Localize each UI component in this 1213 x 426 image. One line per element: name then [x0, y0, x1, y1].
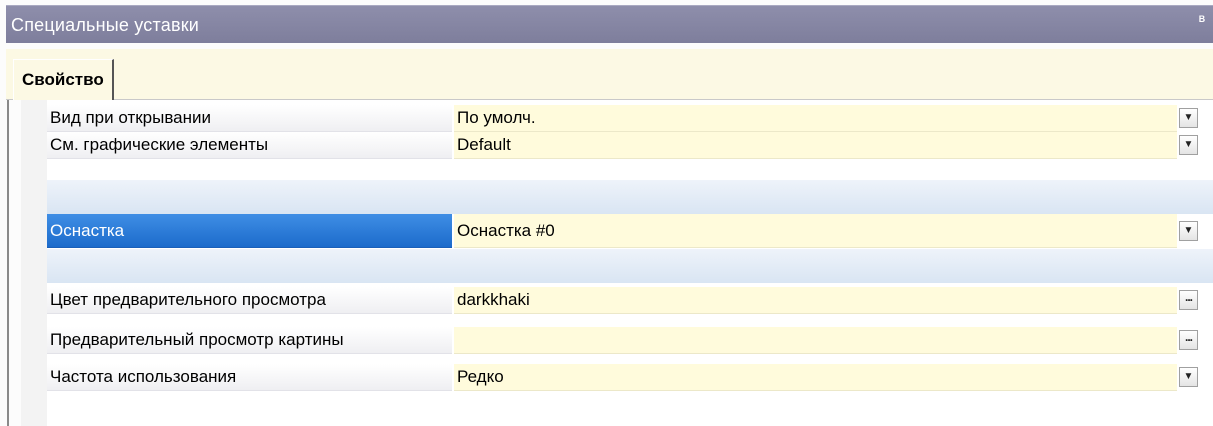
chevron-down-icon: ▼ — [1183, 139, 1194, 150]
panel-title: Специальные уставки — [11, 15, 200, 35]
dropdown-button[interactable]: ▼ — [1179, 367, 1198, 387]
ellipsis-button[interactable]: ... — [1179, 290, 1198, 310]
ellipsis-button[interactable]: ... — [1179, 330, 1198, 350]
dropdown-button[interactable]: ▼ — [1179, 135, 1198, 155]
properties-panel: Специальные уставки ᴮ Свойство Вид при о… — [0, 0, 1213, 426]
property-value[interactable] — [454, 327, 1177, 354]
dropdown-button[interactable]: ▼ — [1179, 108, 1198, 128]
chevron-down-icon: ▼ — [1183, 225, 1194, 236]
property-value-text: Оснастка #0 — [457, 221, 555, 240]
ellipsis-icon: ... — [1184, 330, 1193, 344]
property-value-text: По умолч. — [457, 108, 536, 127]
property-value-text: Default — [457, 135, 511, 154]
property-grid: Вид при открывании По умолч. ▼ См. графи… — [21, 100, 1213, 426]
chevron-down-icon: ▼ — [1183, 112, 1194, 123]
property-value[interactable]: Оснастка #0 — [454, 214, 1177, 248]
property-name: См. графические элементы — [47, 132, 452, 159]
property-name: Частота использования — [47, 364, 452, 391]
grid-gutter — [21, 100, 47, 426]
property-value-text: darkkhaki — [457, 290, 530, 309]
property-name: Цвет предварительного просмотра — [47, 287, 452, 314]
property-name: Оснастка — [47, 214, 452, 248]
grid-row-picture-preview[interactable]: Предварительный просмотр картины ... — [47, 327, 1213, 354]
grid-row-tooling[interactable]: Оснастка Оснастка #0 ▼ — [47, 214, 1213, 248]
chevron-down-icon: ▼ — [1183, 371, 1194, 382]
grid-row-graphic-elements[interactable]: См. графические элементы Default ▼ — [47, 132, 1213, 159]
property-value[interactable]: По умолч. — [454, 105, 1177, 132]
property-value[interactable]: Default — [454, 132, 1177, 159]
grid-empty-area — [47, 391, 1213, 426]
pin-icon[interactable]: ᴮ — [1195, 12, 1209, 30]
panel-titlebar[interactable]: Специальные уставки ᴮ — [6, 5, 1213, 43]
tab-property-label: Свойство — [22, 70, 104, 89]
ellipsis-icon: ... — [1184, 290, 1193, 304]
property-value[interactable]: darkkhaki — [454, 287, 1177, 314]
category-separator[interactable] — [47, 180, 1213, 214]
tab-strip: Свойство — [6, 49, 1213, 100]
left-border — [7, 100, 9, 426]
grid-row-preview-color[interactable]: Цвет предварительного просмотра darkkhak… — [47, 287, 1213, 314]
property-value[interactable]: Редко — [454, 364, 1177, 391]
grid-row-usage-frequency[interactable]: Частота использования Редко ▼ — [47, 364, 1213, 391]
tab-property[interactable]: Свойство — [13, 59, 114, 100]
dropdown-button[interactable]: ▼ — [1179, 221, 1198, 241]
property-name: Вид при открывании — [47, 105, 452, 132]
property-value-text: Редко — [457, 367, 504, 386]
grid-row-view-on-open[interactable]: Вид при открывании По умолч. ▼ — [47, 105, 1213, 132]
property-name: Предварительный просмотр картины — [47, 327, 452, 354]
category-separator[interactable] — [47, 249, 1213, 283]
